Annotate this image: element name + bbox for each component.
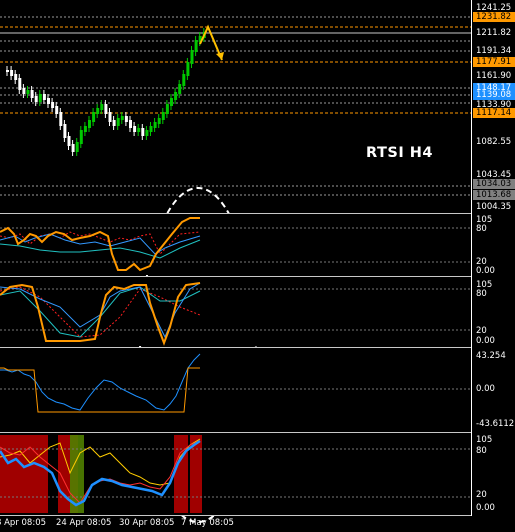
candle-body	[18, 78, 22, 90]
candle-body	[96, 108, 100, 114]
indicator-3-scale-label: -43.6112	[476, 419, 515, 429]
candle-body	[137, 128, 141, 132]
price-tag-level: 1177.91	[473, 57, 515, 67]
candle-body	[71, 144, 75, 152]
highlight-block	[174, 435, 188, 513]
candle-body	[157, 118, 161, 124]
candle-body	[55, 106, 59, 114]
candle-body	[75, 142, 79, 152]
time-axis-label: 7 May 08:05	[181, 518, 234, 528]
candle-body	[14, 74, 18, 80]
candle-body	[38, 94, 42, 102]
candle-body	[124, 116, 128, 122]
candle-body	[120, 116, 124, 120]
indicator-1-scale-label: 80	[476, 224, 487, 234]
candle-body	[182, 74, 186, 86]
price-scale-border	[471, 0, 472, 516]
price-tag-level: 1139.08	[473, 90, 515, 100]
candle-body	[51, 102, 55, 108]
price-label: 1211.82	[476, 28, 512, 38]
candle-body	[42, 94, 46, 100]
candle-body	[116, 118, 120, 126]
candle-body	[92, 112, 96, 122]
candle-body	[100, 104, 104, 110]
candle-body	[178, 84, 182, 94]
price-tag-level: 1034.03	[473, 179, 515, 189]
indicator-2-svg	[0, 282, 472, 346]
candle-body	[161, 112, 165, 120]
indicator-4-scale-label: 20	[476, 490, 487, 500]
time-axis-label: 24 Apr 08:05	[56, 518, 112, 528]
candle-body	[79, 130, 83, 144]
indicator-2-scale-label: 20	[476, 326, 487, 336]
indicator-3-scale-label: 43.254	[476, 351, 506, 361]
candle-body	[165, 104, 169, 114]
indicator-1-scale-label: 0.00	[476, 266, 495, 276]
highlight-block	[0, 435, 48, 513]
indicator-pane-4[interactable]	[0, 433, 472, 515]
price-tag-level: 1013.68	[473, 190, 515, 200]
main-chart-pane[interactable]: RTSI H4	[0, 0, 472, 213]
price-label: 1191.34	[476, 46, 512, 56]
price-tag-level: 1117.14	[473, 108, 515, 118]
candle-body	[34, 96, 38, 102]
candle-body	[129, 120, 132, 128]
price-label: 1082.55	[476, 137, 512, 147]
indicator-4-scale-label: 105	[476, 435, 493, 445]
candle-body	[190, 50, 194, 64]
candle-body	[63, 124, 67, 138]
time-axis-label: 8 Apr 08:05	[0, 518, 47, 528]
candle-body	[133, 126, 137, 132]
indicator-3-scale-label: 0.00	[476, 384, 495, 394]
candle-body	[10, 70, 14, 76]
price-label: 1004.35	[476, 202, 512, 212]
candle-body	[88, 120, 91, 128]
indicator-4-scale-label: 0.00	[476, 503, 495, 513]
indicator-pane-2[interactable]	[0, 277, 472, 346]
candle-body	[170, 98, 173, 106]
indicator-3-svg	[0, 353, 472, 413]
candlesticks	[6, 28, 206, 156]
candle-body	[67, 136, 71, 146]
candle-body	[59, 112, 63, 126]
indicator-pane-1[interactable]	[0, 214, 472, 275]
indicator-1-svg	[0, 217, 472, 272]
indicator-2-scale-label: 0.00	[476, 336, 495, 346]
candle-body	[83, 126, 87, 132]
indicator-4-scale-label: 80	[476, 446, 487, 456]
candle-body	[153, 122, 157, 128]
price-tag-current: 1231.82	[473, 12, 515, 22]
candle-body	[174, 92, 178, 100]
candle-body	[26, 90, 30, 94]
time-axis-label: 30 Apr 08:05	[119, 518, 175, 528]
pane-separator	[0, 515, 472, 516]
candle-body	[104, 104, 108, 114]
indicator-2-scale-label: 80	[476, 289, 487, 299]
candle-body	[145, 130, 149, 136]
price-label: 1161.90	[476, 71, 512, 81]
price-chart-svg	[0, 16, 472, 196]
indicator-4-svg	[0, 435, 472, 513]
chart-title: RTSI H4	[366, 145, 434, 161]
candle-body	[112, 120, 116, 126]
candle-body	[108, 112, 112, 122]
candle-body	[6, 70, 9, 72]
indicator-pane-3[interactable]	[0, 348, 472, 431]
candle-body	[30, 90, 34, 98]
candle-body	[186, 62, 190, 76]
candle-body	[149, 126, 153, 132]
candle-body	[47, 98, 50, 104]
candle-body	[194, 40, 198, 52]
candle-body	[141, 128, 145, 136]
candle-body	[22, 88, 26, 94]
arrow-head-icon	[216, 52, 224, 60]
